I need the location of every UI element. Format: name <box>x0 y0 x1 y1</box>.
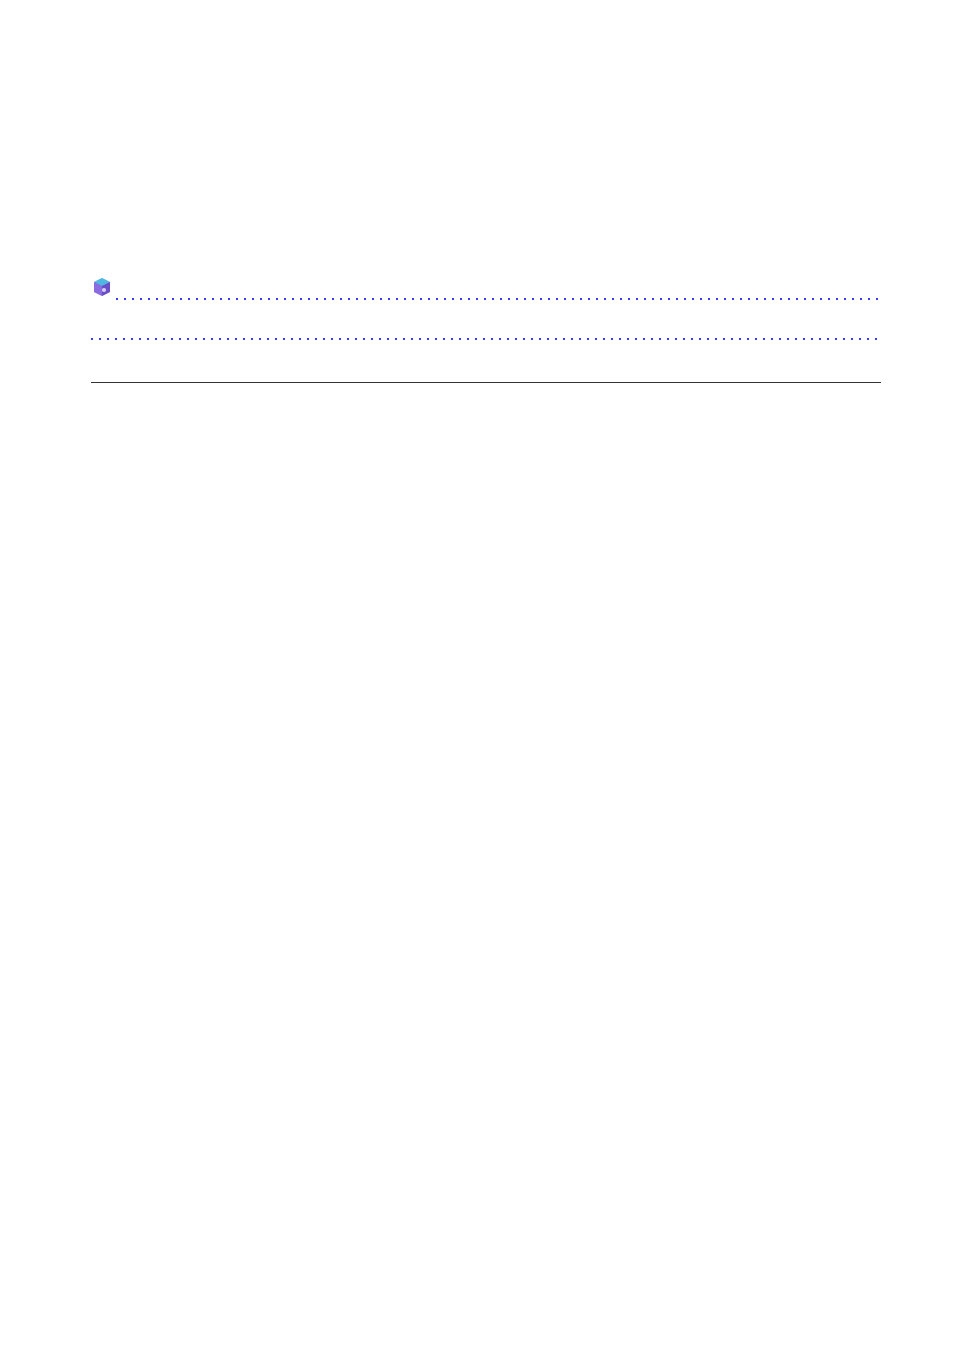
box-icon <box>91 276 113 298</box>
divider-line <box>91 382 881 383</box>
page-content <box>91 270 881 383</box>
icon-row <box>91 270 881 300</box>
dotted-line-2 <box>91 338 881 340</box>
dotted-line-1 <box>116 298 881 300</box>
